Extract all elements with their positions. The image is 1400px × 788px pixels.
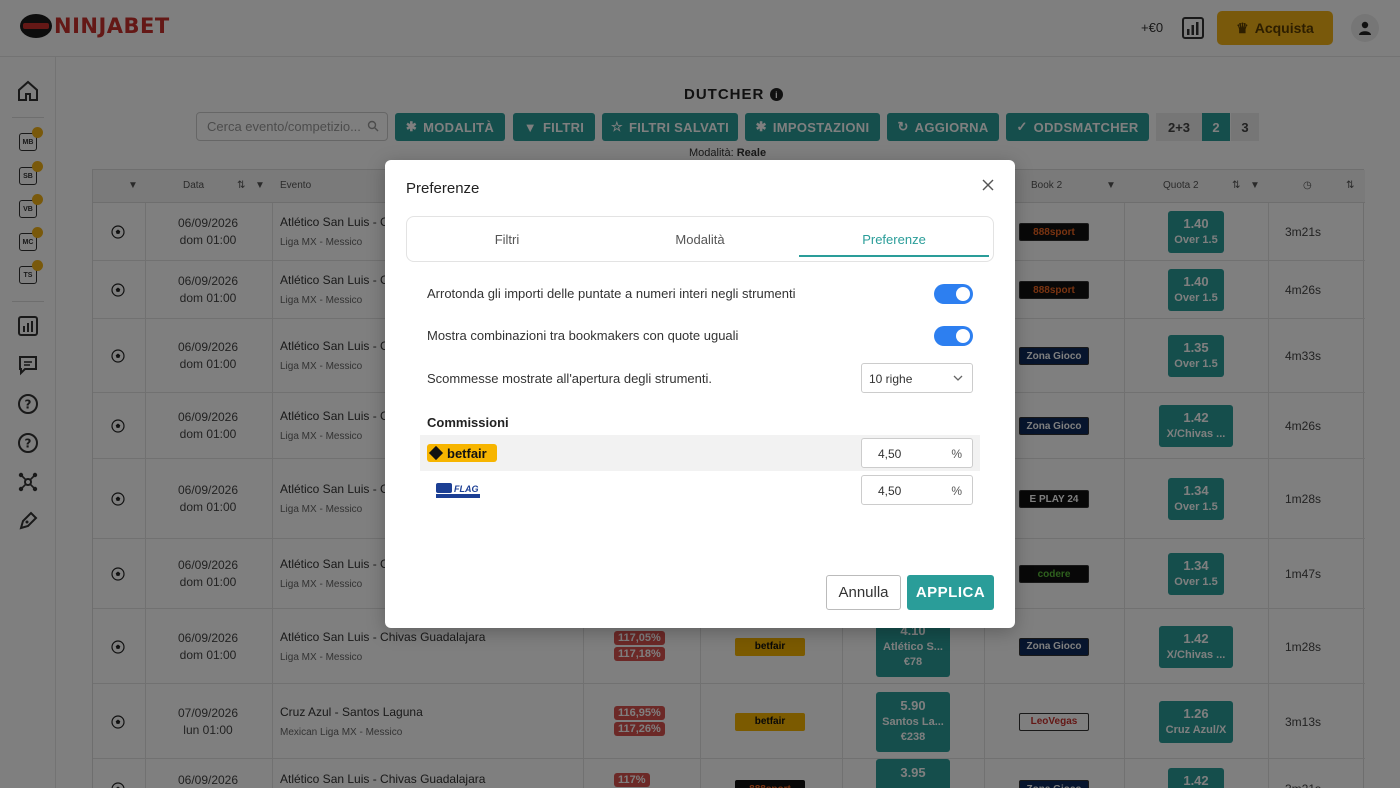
- rows-shown-value: 10 righe: [869, 372, 913, 386]
- equal-odds-combos-label: Mostra combinazioni tra bookmakers con q…: [427, 328, 739, 343]
- chevron-down-icon: [953, 375, 963, 381]
- percent-unit: %: [951, 447, 962, 461]
- apply-button[interactable]: APPLICA: [907, 575, 994, 610]
- round-amounts-toggle[interactable]: [934, 284, 973, 304]
- dialog-tabs: Filtri Modalità Preferenze: [406, 216, 994, 262]
- commissions-title: Commissioni: [427, 415, 509, 430]
- commission-row-betfair: betfair 4,50 %: [420, 435, 980, 471]
- equal-odds-combos-toggle[interactable]: [934, 326, 973, 346]
- tab-preferenze[interactable]: Preferenze: [799, 232, 989, 247]
- preferences-dialog: Preferenze Filtri Modalità Preferenze Ar…: [385, 160, 1015, 628]
- active-tab-indicator: [799, 255, 989, 257]
- commission-input-betflag[interactable]: 4,50 %: [861, 475, 973, 505]
- betfair-diamond-icon: [428, 445, 444, 461]
- rows-shown-label: Scommesse mostrate all'apertura degli st…: [427, 371, 712, 386]
- close-icon[interactable]: [981, 178, 995, 192]
- commission-row-betflag: FLAG 4,50 %: [420, 472, 980, 508]
- round-amounts-label: Arrotonda gli importi delle puntate a nu…: [427, 286, 796, 301]
- rows-shown-select[interactable]: 10 righe: [861, 363, 973, 393]
- commission-value: 4,50: [878, 484, 902, 498]
- percent-unit: %: [951, 484, 962, 498]
- tab-filtri[interactable]: Filtri: [412, 232, 602, 247]
- dialog-title: Preferenze: [406, 180, 480, 197]
- commission-value: 4,50: [878, 447, 902, 461]
- cancel-button[interactable]: Annulla: [826, 575, 901, 610]
- tab-modalita[interactable]: Modalità: [605, 232, 795, 247]
- betfair-logo: betfair: [427, 444, 497, 462]
- commission-input-betfair[interactable]: 4,50 %: [861, 438, 973, 468]
- betflag-exchange-logo: FLAG: [436, 483, 480, 498]
- svg-text:FLAG: FLAG: [454, 484, 479, 494]
- bookmaker-name: betfair: [447, 445, 487, 461]
